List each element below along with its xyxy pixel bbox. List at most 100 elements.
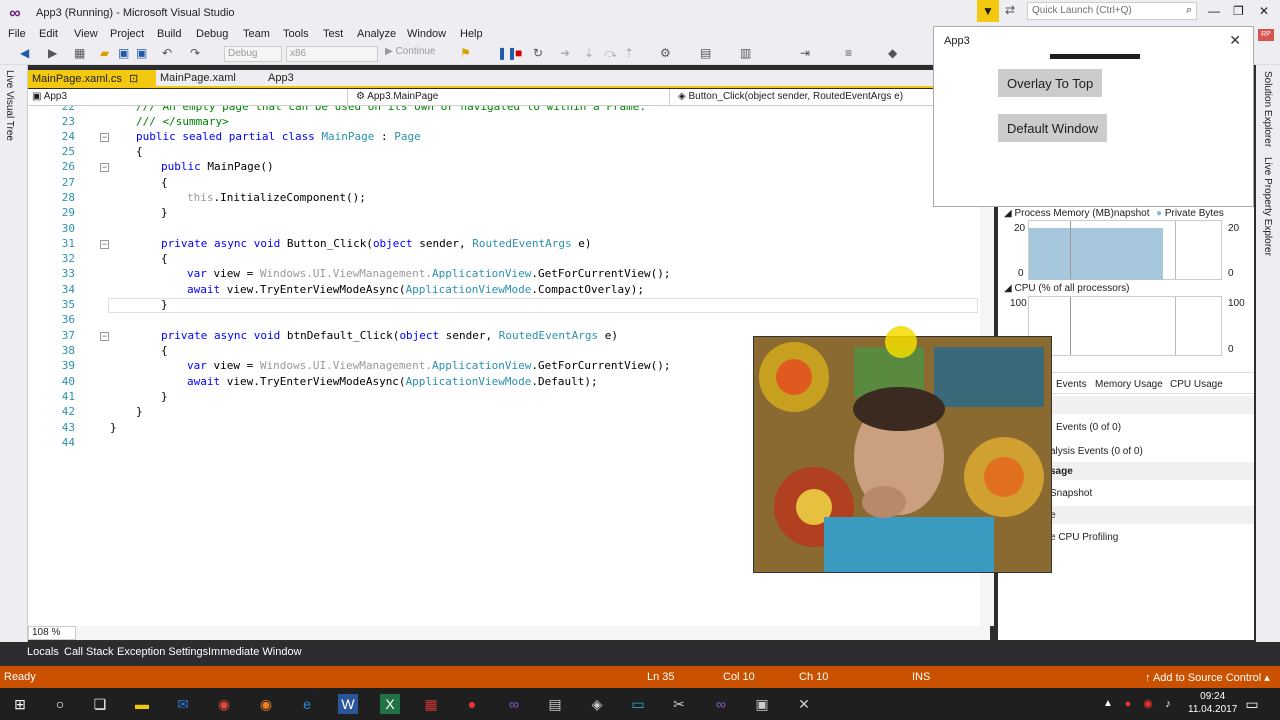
process-icon[interactable]: ⚑ [460, 46, 471, 60]
show-next-statement-icon[interactable]: ➜ [560, 46, 570, 60]
menu-team[interactable]: Team [243, 28, 270, 40]
collapse-icon[interactable]: − [100, 332, 109, 341]
tab-mainpage-xaml[interactable]: MainPage.xaml [156, 70, 256, 88]
step-out-icon[interactable]: ⇡ [624, 46, 634, 60]
app-icon[interactable]: ▦ [421, 694, 441, 714]
class-dropdown[interactable]: ⚙ App3.MainPage [352, 89, 670, 105]
tab-immediate-window[interactable]: Immediate Window [208, 646, 302, 658]
open-file-icon[interactable]: ▰ [100, 46, 109, 60]
volume-icon[interactable]: ♪ [1158, 694, 1178, 714]
add-to-source-control-button[interactable]: ↑ Add to Source Control ▴ [1145, 671, 1270, 684]
tray-app-icon[interactable]: ◉ [1138, 694, 1158, 714]
default-window-button[interactable]: Default Window [998, 114, 1108, 142]
editor-horizontal-scrollbar[interactable] [28, 626, 990, 640]
live-property-explorer-tab[interactable]: Live Property Explorer [1262, 157, 1273, 256]
windows-start-icon[interactable]: ⊞ [10, 694, 30, 714]
collapse-icon[interactable]: − [100, 133, 109, 142]
step-over-icon[interactable]: ⤼ [604, 46, 617, 61]
solution-explorer-tab[interactable]: Solution Explorer [1262, 71, 1273, 147]
configuration-dropdown[interactable]: Debug [224, 46, 282, 62]
menu-help[interactable]: Help [460, 28, 483, 40]
undo-icon[interactable]: ↶ [162, 46, 172, 60]
restore-icon[interactable]: ❐ [1233, 4, 1244, 18]
tray-chevron-icon[interactable]: ▲ [1098, 694, 1118, 714]
collapse-icon[interactable]: − [100, 163, 109, 172]
word-icon[interactable]: W [338, 694, 358, 714]
layout-icon[interactable]: ▤ [700, 46, 711, 60]
tab-mainpage-xaml-cs[interactable]: MainPage.xaml.cs ⊡ ✕ [28, 70, 156, 98]
firefox-icon[interactable]: ◉ [256, 694, 276, 714]
notifications-icon[interactable]: ▭ [1242, 694, 1262, 714]
app-window-icon[interactable]: ▭ [628, 694, 648, 714]
navigate-forward-icon[interactable]: ▶ [48, 46, 57, 60]
collapse-icon[interactable]: − [100, 240, 109, 249]
app3-taskbar-icon[interactable]: ✕ [794, 694, 814, 714]
step-into-icon[interactable]: ⇣ [584, 46, 594, 60]
live-visual-tree-tab[interactable]: Live Visual Tree [4, 70, 15, 141]
project-dropdown[interactable]: ▣ App3 [28, 89, 348, 105]
visual-studio-icon[interactable]: ∞ [504, 694, 524, 714]
menu-window[interactable]: Window [407, 28, 446, 40]
analysis-events-row[interactable]: alysis Events (0 of 0) [1050, 446, 1143, 457]
drag-handle[interactable] [1050, 54, 1140, 59]
clock[interactable]: 09:24 11.04.2017 [1188, 690, 1237, 716]
menu-edit[interactable]: Edit [39, 28, 58, 40]
visual-studio-2-icon[interactable]: ∞ [711, 694, 731, 714]
menu-view[interactable]: View [74, 28, 98, 40]
menu-debug[interactable]: Debug [196, 28, 228, 40]
navigate-back-icon[interactable]: ◀ [20, 46, 29, 60]
task-view-icon[interactable]: ❏ [90, 694, 110, 714]
tool-icon[interactable]: ◈ [587, 694, 607, 714]
chrome-icon[interactable]: ◉ [214, 694, 234, 714]
excel-icon[interactable]: X [380, 694, 400, 714]
overlay-to-top-button[interactable]: Overlay To Top [998, 69, 1103, 97]
menu-tools[interactable]: Tools [283, 28, 309, 40]
edge-icon[interactable]: e [297, 694, 317, 714]
cortana-icon[interactable]: ○ [50, 694, 70, 714]
tab-cpu-usage[interactable]: CPU Usage [1170, 379, 1223, 390]
close-icon[interactable]: ✕ [1259, 4, 1269, 18]
save-icon[interactable]: ▣ [118, 46, 129, 60]
diagnostics-icon[interactable]: ⚙ [660, 46, 671, 60]
user-avatar[interactable]: RP [1258, 29, 1274, 41]
tab-events[interactable]: Events [1056, 379, 1087, 390]
tab-exception-settings[interactable]: Exception Settings [117, 646, 208, 658]
cpu-chart[interactable] [1028, 296, 1222, 356]
tab-call-stack[interactable]: Call Stack [64, 646, 114, 658]
menu-file[interactable]: File [8, 28, 26, 40]
restart-icon[interactable]: ↻ [533, 46, 543, 60]
tab-app3[interactable]: App3 [264, 70, 324, 88]
uncomment-icon[interactable]: ≡ [845, 46, 852, 60]
take-snapshot-row[interactable]: Snapshot [1050, 488, 1092, 499]
cpu-profiling-row[interactable]: e CPU Profiling [1050, 532, 1118, 543]
new-project-icon[interactable]: ▦ [74, 46, 85, 60]
bookmark-icon[interactable]: ◆ [888, 46, 897, 60]
indent-icon[interactable]: ⇥ [800, 46, 810, 60]
tab-memory-usage[interactable]: Memory Usage [1095, 379, 1163, 390]
save-all-icon[interactable]: ▣ [136, 46, 147, 60]
record-icon[interactable]: ● [462, 694, 482, 714]
redo-icon[interactable]: ↷ [190, 46, 200, 60]
terminal-icon[interactable]: ▣ [752, 694, 772, 714]
notification-filter-icon[interactable]: ▼ [977, 0, 999, 22]
continue-button[interactable]: ▶ Continue [385, 46, 436, 57]
outlook-icon[interactable]: ✉ [173, 694, 193, 714]
zoom-dropdown[interactable]: 108 % [28, 626, 76, 640]
platform-dropdown[interactable]: x86 [286, 46, 378, 62]
minimize-icon[interactable]: — [1208, 4, 1220, 18]
menu-analyze[interactable]: Analyze [357, 28, 396, 40]
comment-icon[interactable]: ▥ [740, 46, 751, 60]
menu-project[interactable]: Project [110, 28, 144, 40]
file-explorer-icon[interactable]: ▬ [132, 694, 152, 714]
stop-icon[interactable]: ■ [515, 46, 522, 60]
feedback-icon[interactable]: ⇄ [1005, 3, 1015, 17]
menu-build[interactable]: Build [157, 28, 181, 40]
snipping-icon[interactable]: ✂ [669, 694, 689, 714]
menu-test[interactable]: Test [323, 28, 343, 40]
close-icon[interactable]: ✕ [1229, 32, 1241, 49]
pin-icon[interactable]: ⊡ [129, 73, 138, 85]
tray-record-icon[interactable]: ● [1118, 694, 1138, 714]
remote-desktop-icon[interactable]: ▤ [545, 694, 565, 714]
memory-chart[interactable] [1028, 220, 1222, 280]
events-row[interactable]: Events (0 of 0) [1056, 422, 1121, 433]
